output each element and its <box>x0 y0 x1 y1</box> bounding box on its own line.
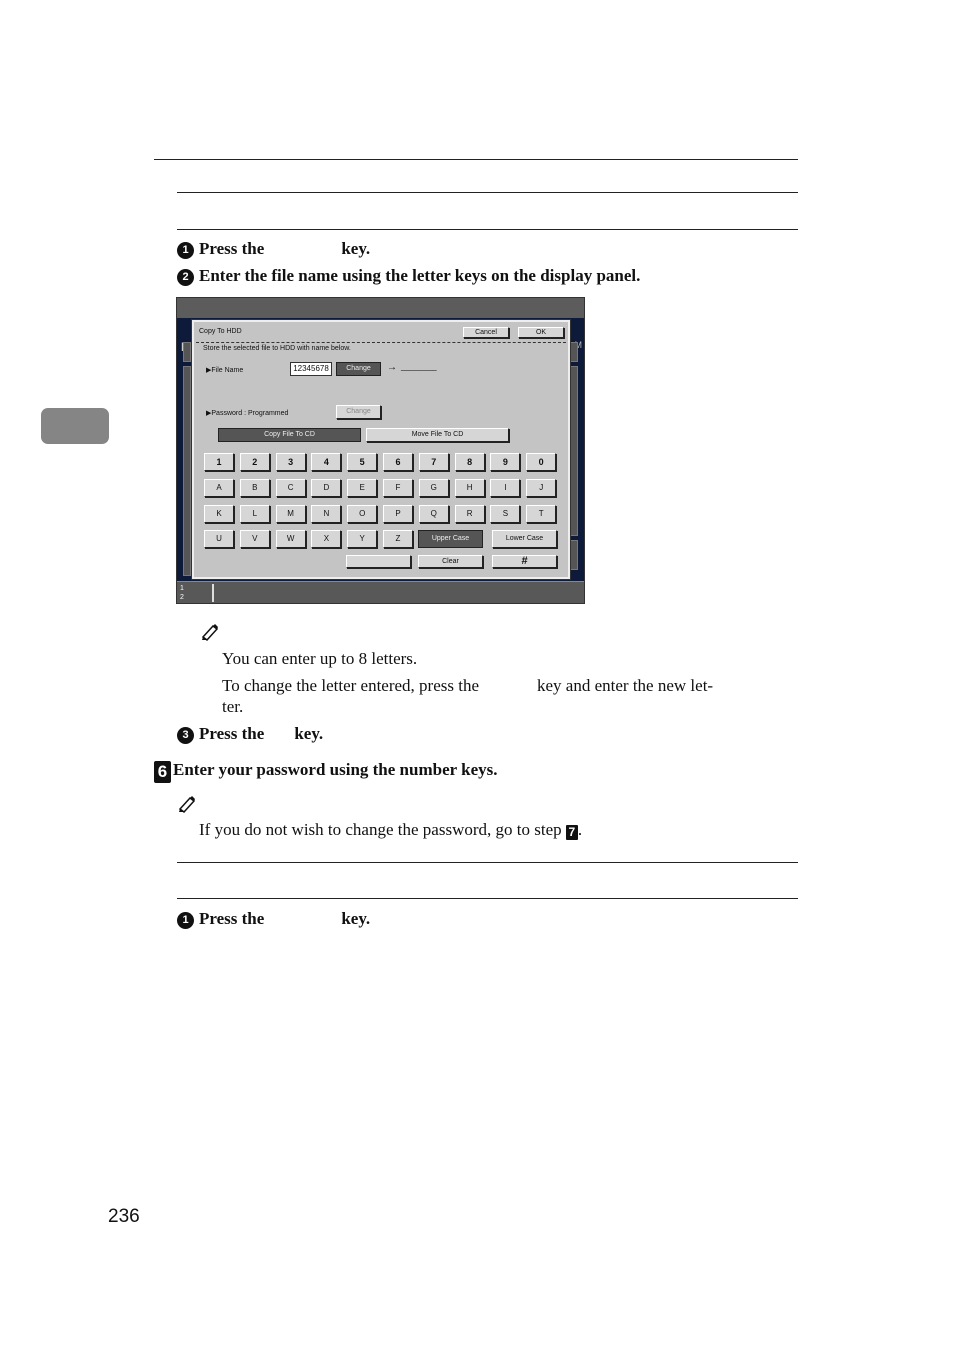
note-text: To change the letter entered, press the k… <box>222 676 714 695</box>
step-text: Press the <box>199 239 265 258</box>
key-o[interactable]: O <box>347 505 378 523</box>
note-text: You can enter up to 8 letters. <box>222 649 418 668</box>
upper-case-button[interactable]: Upper Case <box>418 530 483 548</box>
file-name-change-button[interactable]: Change <box>336 362 381 376</box>
password-change-button[interactable]: Change <box>336 405 381 419</box>
step-reference-badge: 7 <box>565 825 578 840</box>
key-2[interactable]: 2 <box>239 453 270 471</box>
key-n[interactable]: N <box>311 505 342 523</box>
ok-button[interactable]: OK <box>518 327 564 338</box>
step-6: 6 Enter your password using the number ke… <box>154 760 497 783</box>
substep-1-bottom: 1 Press the key. <box>177 909 370 929</box>
key-m[interactable]: M <box>275 505 306 523</box>
key-y[interactable]: Y <box>347 530 378 548</box>
key-r[interactable]: R <box>454 505 485 523</box>
background-panel <box>183 366 191 576</box>
key-j[interactable]: J <box>526 479 557 497</box>
key-8[interactable]: 8 <box>454 453 485 471</box>
key-q[interactable]: Q <box>418 505 449 523</box>
key-7[interactable]: 7 <box>418 453 449 471</box>
step-number-badge: 6 <box>154 761 171 783</box>
dialog-description: Store the selected file to HDD with name… <box>203 345 351 352</box>
cancel-button[interactable]: Cancel <box>463 327 509 338</box>
key-e[interactable]: E <box>347 479 378 497</box>
note-text: ter. <box>222 697 244 716</box>
screen-top-bar <box>177 298 584 318</box>
step-text: Enter your password using the number key… <box>173 760 498 779</box>
section-rule-top <box>177 862 798 863</box>
key-l[interactable]: L <box>239 505 270 523</box>
step-text: Enter the file name using the letter key… <box>199 266 641 285</box>
space-button[interactable] <box>346 555 411 568</box>
step-number-badge: 1 <box>177 912 194 929</box>
key-4[interactable]: 4 <box>311 453 342 471</box>
key-z[interactable]: Z <box>383 530 413 548</box>
dialog-title: Copy To HDD <box>199 328 242 335</box>
file-name-field[interactable]: 12345678 <box>290 362 332 376</box>
key-g[interactable]: G <box>418 479 449 497</box>
paper-tray-indicator: 1 2 <box>180 584 214 602</box>
substep-1: 1 Press the key. <box>177 239 370 259</box>
background-panel <box>183 342 191 362</box>
key-9[interactable]: 9 <box>490 453 521 471</box>
key-t[interactable]: T <box>526 505 557 523</box>
key-5[interactable]: 5 <box>347 453 378 471</box>
key-b[interactable]: B <box>239 479 270 497</box>
pencil-note-icon <box>201 624 219 641</box>
key-w[interactable]: W <box>275 530 306 548</box>
key-3[interactable]: 3 <box>275 453 306 471</box>
new-file-name: ________ <box>401 362 437 371</box>
key-1[interactable]: 1 <box>204 453 234 471</box>
hash-button[interactable]: # <box>492 555 557 568</box>
section-rule-bottom <box>177 898 798 899</box>
note-text: If you do not wish to change the passwor… <box>199 820 583 840</box>
step-number-badge: 1 <box>177 242 194 259</box>
clear-button[interactable]: Clear <box>418 555 483 568</box>
substep-2: 2 Enter the file name using the letter ke… <box>177 266 640 286</box>
header-rule <box>154 159 798 160</box>
step-text: key. <box>341 239 371 258</box>
key-x[interactable]: X <box>311 530 342 548</box>
file-name-label: ▶File Name <box>206 367 244 374</box>
key-6[interactable]: 6 <box>383 453 413 471</box>
section-rule-top <box>177 192 798 193</box>
substep-3: 3 Press the key. <box>177 724 323 744</box>
key-i[interactable]: I <box>490 479 521 497</box>
lower-case-button[interactable]: Lower Case <box>492 530 557 548</box>
chapter-tab <box>41 408 109 444</box>
key-v[interactable]: V <box>239 530 270 548</box>
arrow-right-icon: → <box>387 362 397 373</box>
key-h[interactable]: H <box>454 479 485 497</box>
copy-to-hdd-dialog: Copy To HDD Cancel OK Store the selected… <box>191 319 571 580</box>
key-d[interactable]: D <box>311 479 342 497</box>
key-p[interactable]: P <box>383 505 413 523</box>
key-s[interactable]: S <box>490 505 521 523</box>
key-k[interactable]: K <box>204 505 234 523</box>
move-file-to-cd-button[interactable]: Move File To CD <box>366 428 509 442</box>
copy-file-to-cd-button[interactable]: Copy File To CD <box>218 428 361 442</box>
key-u[interactable]: U <box>204 530 234 548</box>
display-panel-screenshot: D M 1 2 Copy To HDD Cancel OK Store the … <box>176 297 585 604</box>
screen-status-bar: 1 2 <box>177 581 584 603</box>
step-number-badge: 3 <box>177 727 194 744</box>
pencil-note-icon <box>178 796 196 813</box>
step-number-badge: 2 <box>177 269 194 286</box>
key-c[interactable]: C <box>275 479 306 497</box>
key-f[interactable]: F <box>383 479 413 497</box>
section-rule-bottom <box>177 229 798 230</box>
key-a[interactable]: A <box>204 479 234 497</box>
dialog-separator <box>196 342 566 343</box>
page-number: 236 <box>108 1206 140 1227</box>
password-label: ▶Password : Programmed <box>206 410 289 417</box>
key-0[interactable]: 0 <box>526 453 557 471</box>
